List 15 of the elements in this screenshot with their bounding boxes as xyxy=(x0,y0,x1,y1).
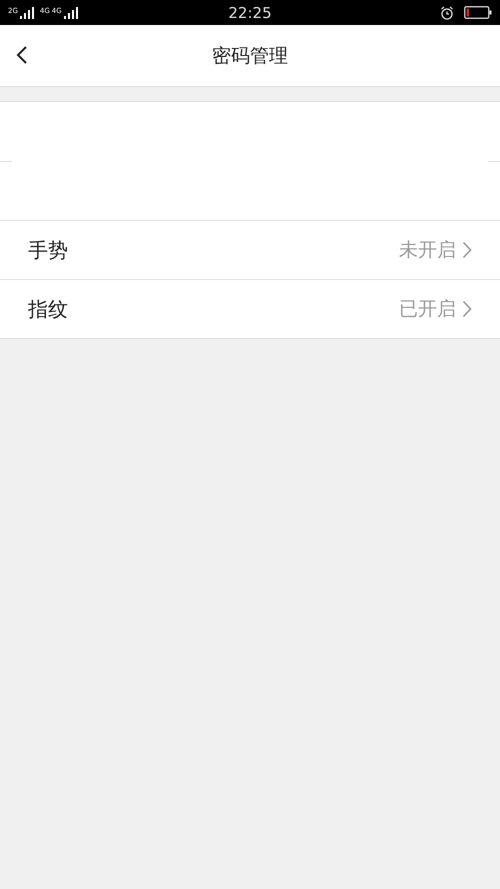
setting-status: 未开启 xyxy=(399,238,456,263)
signal-icon xyxy=(64,6,78,18)
signal-icon xyxy=(20,6,34,18)
page-title: 密码管理 xyxy=(212,44,288,68)
chevron-right-icon xyxy=(462,300,472,318)
status-time: 22:25 xyxy=(228,4,272,22)
chevron-left-icon xyxy=(16,45,28,65)
alarm-clock-icon xyxy=(440,6,454,20)
battery-icon xyxy=(464,6,492,19)
setting-label: 指纹 xyxy=(28,296,69,322)
chevron-right-icon xyxy=(462,241,472,259)
settings-row[interactable]: 手势 未开启 xyxy=(0,221,500,280)
setting-status: 已开启 xyxy=(399,297,456,322)
settings-row[interactable]: 指纹 已开启 xyxy=(0,280,500,338)
setting-label: 手势 xyxy=(28,236,69,264)
